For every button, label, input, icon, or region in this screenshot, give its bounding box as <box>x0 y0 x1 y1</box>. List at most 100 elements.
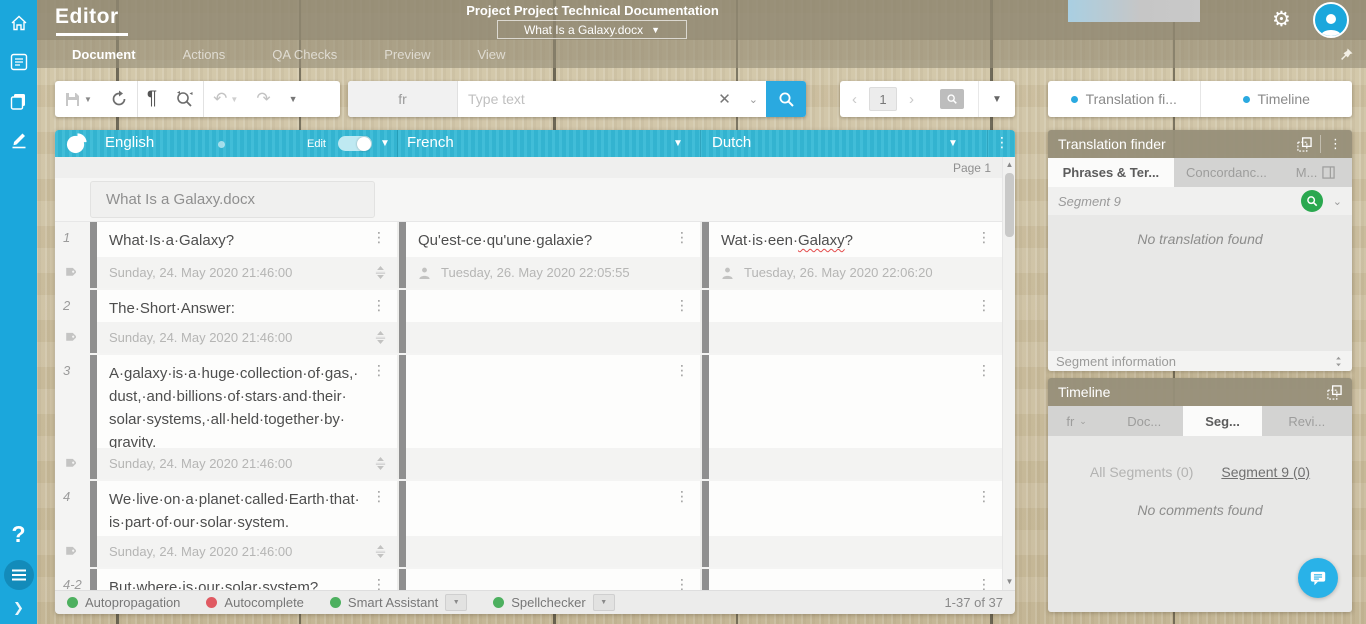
source-column-header[interactable]: English <box>105 134 154 151</box>
document-selector[interactable]: What Is a Galaxy.docx ▼ <box>497 20 687 39</box>
pin-icon[interactable] <box>1339 47 1354 62</box>
source-cell[interactable]: A·​galaxy·​is·​a·​huge·​collection·​of·​… <box>90 355 397 479</box>
translation-finder-toggle-button[interactable]: Translation fi... <box>1048 81 1200 117</box>
sidebar-expand-icon[interactable]: ❯ <box>13 600 24 616</box>
translation-finder-menu-icon[interactable]: ⋮ <box>1329 136 1342 152</box>
save-button[interactable]: ▼ <box>55 81 101 117</box>
tab-concordance[interactable]: Concordanc... <box>1174 158 1279 187</box>
undock-panel-icon[interactable] <box>1297 137 1312 152</box>
tab-phrases-terms[interactable]: Phrases & Ter... <box>1048 158 1174 187</box>
save-dropdown-icon[interactable]: ▼ <box>84 95 92 104</box>
row-resize-icon[interactable] <box>374 331 387 344</box>
project-list-icon[interactable] <box>8 51 30 73</box>
menu-item-document[interactable]: Document <box>60 47 148 62</box>
help-icon[interactable]: ? <box>11 521 25 548</box>
segment-information-bar[interactable]: Segment information <box>1048 351 1352 371</box>
row-resize-icon[interactable] <box>374 545 387 558</box>
search-button[interactable] <box>766 81 806 117</box>
cell-menu-icon[interactable]: ⋮ <box>675 489 689 503</box>
page-number-input[interactable]: 1 <box>869 87 897 111</box>
scrollbar-thumb[interactable] <box>1005 173 1014 237</box>
cell-menu-icon[interactable]: ⋮ <box>977 230 991 244</box>
source-column-chevron-icon[interactable]: ▼ <box>380 138 390 149</box>
source-cell[interactable]: But·​where·​is·​our·​solar·​system?⋮ <box>90 569 397 590</box>
timeline-language-selector[interactable]: fr ⌄ <box>1048 406 1105 436</box>
cell-menu-icon[interactable]: ⋮ <box>675 363 689 377</box>
undo-icon[interactable]: ↶▼ <box>204 81 247 117</box>
target1-column-header[interactable]: French <box>407 134 454 151</box>
cell-menu-icon[interactable]: ⋮ <box>675 230 689 244</box>
row-resize-icon[interactable] <box>374 266 387 279</box>
clear-search-icon[interactable]: ✕ <box>708 90 741 108</box>
menu-item-qa-checks[interactable]: QA Checks <box>260 47 349 62</box>
editor-pencil-icon[interactable] <box>8 129 30 151</box>
autocomplete-status[interactable]: Autocomplete <box>206 595 304 610</box>
previous-page-icon[interactable]: ‹ <box>840 91 869 108</box>
target2-cell[interactable]: ⋮ <box>700 290 1002 353</box>
target2-cell[interactable]: ⋮ <box>700 355 1002 479</box>
settings-gear-icon[interactable]: ⚙ <box>1272 7 1291 32</box>
row-resize-icon[interactable] <box>374 457 387 470</box>
finder-expand-chevron-icon[interactable]: ⌄ <box>1333 195 1342 208</box>
smart-assistant-status[interactable]: Smart Assistant ▼ <box>330 594 467 611</box>
spellchecker-dropdown-icon[interactable]: ▼ <box>593 594 615 611</box>
target1-column-chevron-icon[interactable]: ▼ <box>673 138 683 149</box>
column-header-menu-icon[interactable]: ⋮ <box>995 134 1009 151</box>
find-replace-icon[interactable] <box>166 81 203 117</box>
next-page-icon[interactable]: › <box>897 91 926 108</box>
cell-menu-icon[interactable]: ⋮ <box>372 577 386 590</box>
menu-item-preview[interactable]: Preview <box>372 47 442 62</box>
cell-menu-icon[interactable]: ⋮ <box>675 577 689 590</box>
search-input[interactable] <box>458 91 708 107</box>
target2-cell[interactable]: ⋮ <box>700 481 1002 567</box>
cell-menu-icon[interactable]: ⋮ <box>372 230 386 244</box>
filter-segment-9[interactable]: Segment 9 (0) <box>1221 464 1310 480</box>
undock-panel-icon[interactable] <box>1327 385 1342 400</box>
smart-assistant-dropdown-icon[interactable]: ▼ <box>445 594 467 611</box>
target1-cell[interactable]: ⋮ <box>397 569 700 590</box>
tab-revisions[interactable]: Revi... <box>1262 406 1352 436</box>
tab-segment[interactable]: Seg... <box>1183 406 1261 436</box>
documents-icon[interactable] <box>8 90 30 112</box>
source-cell[interactable]: The·​Short·​Answer:⋮ Sunday, 24. May 202… <box>90 290 397 353</box>
cell-menu-icon[interactable]: ⋮ <box>675 298 689 312</box>
search-language-filter[interactable]: fr <box>348 81 458 117</box>
formatting-marks-icon[interactable]: ¶ <box>138 81 166 117</box>
menu-item-actions[interactable]: Actions <box>171 47 238 62</box>
source-cell[interactable]: We·​live·​on·​a·​planet·​called·​Earth·​… <box>90 481 397 567</box>
cell-menu-icon[interactable]: ⋮ <box>372 298 386 312</box>
expand-section-icon[interactable] <box>1333 356 1344 367</box>
refresh-icon[interactable] <box>101 81 137 117</box>
search-options-chevron-icon[interactable]: ⌄ <box>741 93 766 106</box>
cell-menu-icon[interactable]: ⋮ <box>977 489 991 503</box>
redo-icon[interactable]: ↷ <box>247 81 279 117</box>
target1-cell[interactable]: Qu'est-ce·​qu'une·​galaxie?⋮ Tuesday, 26… <box>397 222 700 288</box>
target2-cell[interactable]: Wat·​is·​een·​Galaxy?⋮ Tuesday, 26. May … <box>700 222 1002 288</box>
cell-menu-icon[interactable]: ⋮ <box>372 489 386 503</box>
timeline-toggle-button[interactable]: Timeline <box>1200 81 1353 117</box>
cell-menu-icon[interactable]: ⋮ <box>977 363 991 377</box>
document-tab[interactable]: What Is a Galaxy.docx <box>90 181 375 218</box>
target1-cell[interactable]: ⋮ <box>397 481 700 567</box>
grid-scrollbar[interactable]: ▲ ▼ <box>1002 157 1015 590</box>
scroll-down-icon[interactable]: ▼ <box>1003 574 1015 588</box>
undo-menu-chevron-icon[interactable]: ▼ <box>280 81 307 117</box>
tab-document[interactable]: Doc... <box>1105 406 1183 436</box>
menu-hamburger-icon[interactable] <box>4 560 34 590</box>
page-nav-dropdown-icon[interactable]: ▼ <box>978 81 1015 117</box>
target2-cell[interactable]: ⋮ <box>700 569 1002 590</box>
source-cell[interactable]: What·​Is·​a·​Galaxy?⋮ Sunday, 24. May 20… <box>90 222 397 288</box>
statistics-pie-icon[interactable] <box>65 132 88 155</box>
target2-column-chevron-icon[interactable]: ▼ <box>948 138 958 149</box>
page-search-button[interactable] <box>940 89 964 109</box>
filter-all-segments[interactable]: All Segments (0) <box>1090 464 1193 480</box>
autopropagation-status[interactable]: Autopropagation <box>67 595 180 610</box>
cell-menu-icon[interactable]: ⋮ <box>977 577 991 590</box>
scroll-up-icon[interactable]: ▲ <box>1003 157 1015 171</box>
cell-menu-icon[interactable]: ⋮ <box>372 363 386 377</box>
edit-toggle-switch[interactable] <box>338 136 372 151</box>
target2-column-header[interactable]: Dutch <box>712 134 751 151</box>
menu-item-view[interactable]: View <box>465 47 517 62</box>
target1-cell[interactable]: ⋮ <box>397 355 700 479</box>
add-comment-button[interactable] <box>1298 558 1338 598</box>
